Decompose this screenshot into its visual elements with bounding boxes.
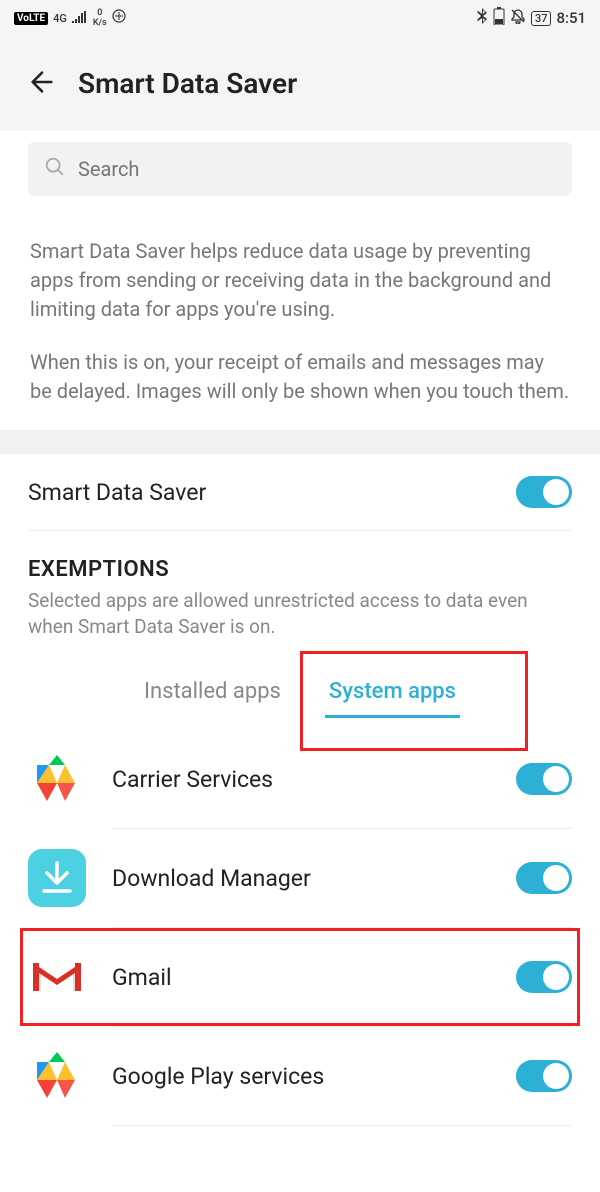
bluetooth-icon (477, 8, 488, 28)
app-row-google-play-services: Google Play services (28, 1027, 572, 1125)
app-name: Google Play services (112, 1063, 490, 1090)
description-p1: Smart Data Saver helps reduce data usage… (30, 237, 570, 324)
header: Smart Data Saver (0, 36, 600, 131)
app-name: Carrier Services (112, 766, 490, 793)
app-toggle-google-play-services[interactable] (516, 1060, 572, 1092)
network-indicator: 4G (53, 13, 67, 24)
status-bar: VoLTE 4G 0 K/s 37 8:51 (0, 0, 600, 36)
app-row-download-manager: Download Manager (28, 829, 572, 927)
app-row-carrier-services: Carrier Services (28, 730, 572, 828)
volte-badge: VoLTE (14, 12, 48, 25)
signal-icon (72, 9, 88, 27)
app-toggle-carrier-services[interactable] (516, 763, 572, 795)
description-p2: When this is on, your receipt of emails … (30, 348, 570, 406)
search-icon (44, 156, 66, 182)
data-speed: 0 K/s (93, 8, 107, 28)
search-bar[interactable] (28, 142, 572, 196)
exemptions-subtitle: Selected apps are allowed unrestricted a… (28, 588, 572, 639)
data-icon (112, 9, 126, 27)
download-manager-icon (28, 849, 86, 907)
exemptions-header: EXEMPTIONS Selected apps are allowed unr… (0, 531, 600, 649)
search-input[interactable] (78, 157, 556, 181)
section-gap (0, 430, 600, 454)
app-name: Download Manager (112, 865, 490, 892)
main-toggle-label: Smart Data Saver (28, 479, 206, 506)
dnd-icon (510, 8, 526, 28)
app-name: Gmail (112, 964, 490, 991)
clock: 8:51 (556, 9, 586, 27)
app-list: Carrier Services Download Manager Gmail … (0, 720, 600, 1126)
battery-percent: 37 (531, 11, 552, 26)
description: Smart Data Saver helps reduce data usage… (0, 207, 600, 430)
gmail-icon (28, 948, 86, 1006)
exemptions-title: EXEMPTIONS (28, 557, 572, 582)
carrier-services-icon (28, 750, 86, 808)
main-toggle-row[interactable]: Smart Data Saver (0, 454, 600, 530)
tabs: Installed apps System apps (0, 649, 600, 720)
app-row-gmail: Gmail (28, 928, 572, 1026)
page-title: Smart Data Saver (78, 67, 297, 100)
divider (112, 1125, 572, 1126)
app-toggle-gmail[interactable] (516, 961, 572, 993)
tab-installed-apps[interactable]: Installed apps (140, 671, 285, 712)
app-toggle-download-manager[interactable] (516, 862, 572, 894)
main-toggle-switch[interactable] (516, 476, 572, 508)
google-play-services-icon (28, 1047, 86, 1105)
back-icon[interactable] (28, 68, 56, 100)
tab-system-apps[interactable]: System apps (325, 671, 460, 712)
battery-icon (493, 7, 505, 29)
